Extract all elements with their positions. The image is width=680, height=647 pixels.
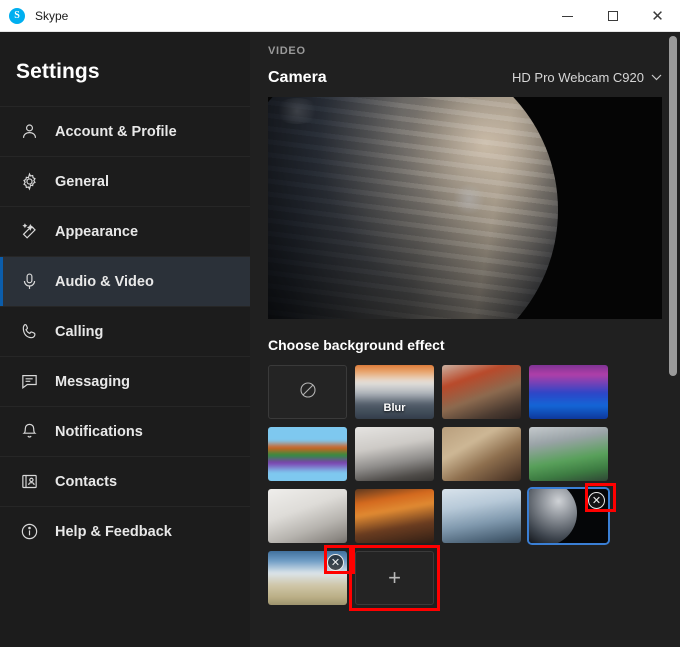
person-icon bbox=[16, 119, 42, 145]
minimize-icon bbox=[562, 15, 573, 17]
content-scrollbar[interactable] bbox=[669, 36, 677, 643]
background-tile-autumn[interactable] bbox=[355, 489, 434, 543]
tile-inner bbox=[442, 489, 521, 543]
window-controls: ✕ bbox=[545, 0, 680, 32]
blur-label: Blur bbox=[383, 402, 406, 414]
background-tile-office[interactable] bbox=[355, 427, 434, 481]
tile-art bbox=[442, 427, 521, 481]
gear-icon bbox=[16, 169, 42, 195]
tile-art bbox=[355, 427, 434, 481]
planet-shading bbox=[268, 97, 558, 319]
planet-background-image bbox=[268, 97, 558, 319]
phone-icon bbox=[16, 319, 42, 345]
tile-inner bbox=[355, 489, 434, 543]
settings-content-panel: VIDEO Camera HD Pro Webcam C920 Choose b… bbox=[250, 32, 680, 647]
camera-row: Camera HD Pro Webcam C920 bbox=[268, 57, 662, 97]
tile-inner bbox=[529, 427, 608, 481]
scrollbar-thumb[interactable] bbox=[669, 36, 677, 376]
tile-art bbox=[268, 489, 347, 543]
tile-inner: + bbox=[355, 551, 434, 605]
background-tile-gym[interactable] bbox=[529, 427, 608, 481]
tile-art bbox=[442, 365, 521, 419]
background-tile-blue-room[interactable] bbox=[442, 489, 521, 543]
sidebar-item-audio-video[interactable]: Audio & Video bbox=[0, 256, 250, 306]
background-tile-street[interactable] bbox=[442, 365, 521, 419]
camera-selected-value: HD Pro Webcam C920 bbox=[512, 70, 644, 85]
tile-art bbox=[529, 427, 608, 481]
sidebar-item-general[interactable]: General bbox=[0, 156, 250, 206]
info-icon bbox=[16, 519, 42, 545]
sidebar-item-account-profile[interactable]: Account & Profile bbox=[0, 106, 250, 156]
sidebar-item-calling[interactable]: Calling bbox=[0, 306, 250, 356]
sidebar-item-messaging[interactable]: Messaging bbox=[0, 356, 250, 406]
background-tile-blur[interactable]: Blur bbox=[355, 365, 434, 419]
sidebar-item-label: Contacts bbox=[55, 473, 118, 490]
background-tile-planet[interactable]: ✕ bbox=[529, 483, 616, 543]
background-tile-none[interactable] bbox=[268, 365, 347, 419]
contact-card-icon bbox=[16, 469, 42, 495]
close-icon: ✕ bbox=[651, 6, 664, 25]
sidebar-item-label: Audio & Video bbox=[55, 273, 154, 290]
app-body: Settings Account & Profile General Appea… bbox=[0, 32, 680, 647]
tile-inner bbox=[268, 365, 347, 419]
settings-sidebar: Settings Account & Profile General Appea… bbox=[0, 32, 250, 647]
chat-icon bbox=[16, 369, 42, 395]
sidebar-item-label: Account & Profile bbox=[55, 123, 177, 140]
sidebar-item-appearance[interactable]: Appearance bbox=[0, 206, 250, 256]
sidebar-item-label: Messaging bbox=[55, 373, 130, 390]
no-effect-icon bbox=[298, 380, 318, 405]
background-tile-beach[interactable]: ✕ bbox=[268, 545, 355, 605]
background-tile-climbing[interactable] bbox=[442, 427, 521, 481]
tile-inner bbox=[268, 489, 347, 543]
background-tile-neon[interactable] bbox=[529, 365, 608, 419]
sidebar-item-label: Calling bbox=[55, 323, 104, 340]
remove-background-button[interactable]: ✕ bbox=[588, 492, 605, 509]
window-titlebar: S Skype ✕ bbox=[0, 0, 680, 32]
sidebar-item-notifications[interactable]: Notifications bbox=[0, 406, 250, 456]
close-button[interactable]: ✕ bbox=[635, 0, 680, 32]
background-tile-room[interactable] bbox=[268, 489, 347, 543]
remove-background-button[interactable]: ✕ bbox=[327, 554, 344, 571]
close-icon: ✕ bbox=[330, 556, 341, 569]
background-tile-abstract[interactable] bbox=[268, 427, 347, 481]
tile-art bbox=[442, 489, 521, 543]
tile-inner: Blur bbox=[355, 365, 434, 419]
minimize-button[interactable] bbox=[545, 0, 590, 32]
camera-preview bbox=[268, 97, 662, 319]
tile-art bbox=[355, 489, 434, 543]
camera-select-dropdown[interactable]: HD Pro Webcam C920 bbox=[512, 70, 662, 85]
background-effect-grid: Blur ✕ ✕ + bbox=[268, 365, 668, 611]
sidebar-item-label: Appearance bbox=[55, 223, 139, 240]
window-title: Skype bbox=[35, 8, 69, 23]
plus-icon: + bbox=[388, 565, 401, 590]
microphone-icon bbox=[16, 269, 42, 295]
bell-icon bbox=[16, 419, 42, 445]
tile-art bbox=[529, 365, 608, 419]
tile-art bbox=[268, 427, 347, 481]
page-title: Settings bbox=[16, 60, 100, 83]
maximize-button[interactable] bbox=[590, 0, 635, 32]
sidebar-item-label: General bbox=[55, 173, 109, 190]
tile-inner bbox=[529, 365, 608, 419]
sidebar-item-contacts[interactable]: Contacts bbox=[0, 456, 250, 506]
camera-label: Camera bbox=[268, 69, 327, 86]
tile-inner bbox=[442, 427, 521, 481]
close-icon: ✕ bbox=[591, 494, 602, 507]
tile-inner bbox=[442, 365, 521, 419]
chevron-down-icon bbox=[651, 72, 662, 84]
add-background-tile[interactable]: + bbox=[349, 545, 440, 611]
skype-logo-icon: S bbox=[9, 7, 25, 24]
skype-logo-letter: S bbox=[14, 10, 20, 21]
wand-icon bbox=[16, 219, 42, 245]
sidebar-item-label: Help & Feedback bbox=[55, 523, 172, 540]
maximize-icon bbox=[607, 11, 618, 21]
background-effect-heading: Choose background effect bbox=[268, 337, 445, 353]
sidebar-item-label: Notifications bbox=[55, 423, 143, 440]
section-label-video: VIDEO bbox=[268, 45, 306, 57]
tile-inner bbox=[268, 427, 347, 481]
sidebar-item-help-feedback[interactable]: Help & Feedback bbox=[0, 506, 250, 556]
tile-inner bbox=[355, 427, 434, 481]
